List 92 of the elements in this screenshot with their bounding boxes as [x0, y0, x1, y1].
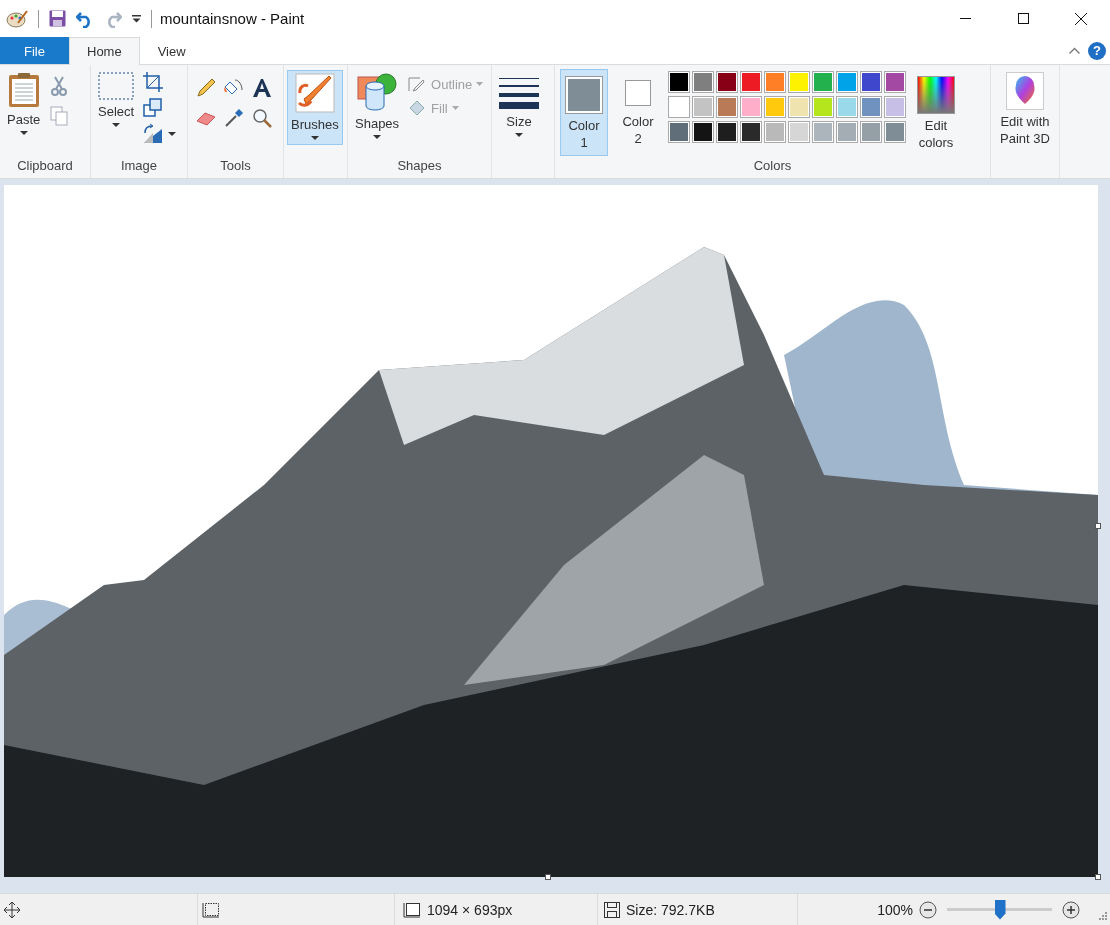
palette-swatch[interactable] [692, 96, 714, 118]
brushes-button[interactable]: Brushes [287, 70, 343, 145]
palette-swatch[interactable] [884, 96, 906, 118]
group-label: Shapes [396, 158, 443, 175]
group-label: Image [119, 158, 159, 175]
selection-size-icon [202, 901, 220, 918]
palette-swatch[interactable] [884, 121, 906, 143]
resize-handle[interactable] [1095, 874, 1101, 880]
caret-icon [19, 131, 28, 135]
palette-swatch[interactable] [788, 96, 810, 118]
paint-drop-icon [1006, 72, 1044, 110]
palette-swatch[interactable] [764, 121, 786, 143]
rotate-icon[interactable] [142, 123, 165, 145]
palette-swatch[interactable] [836, 71, 858, 93]
group-label: Clipboard [16, 158, 74, 175]
file-menu-tab[interactable]: File [0, 37, 69, 64]
color-picker-icon[interactable] [223, 107, 245, 129]
palette-swatch[interactable] [836, 121, 858, 143]
caret-icon [112, 123, 121, 127]
palette-swatch[interactable] [668, 96, 690, 118]
line-size-icon [499, 76, 539, 110]
caret-icon [451, 106, 459, 110]
zoom-level: 100% [877, 901, 913, 918]
caret-icon [476, 82, 484, 86]
palette-swatch[interactable] [812, 71, 834, 93]
save-icon[interactable] [49, 10, 66, 27]
resize-handle[interactable] [1095, 523, 1101, 529]
palette-swatch[interactable] [692, 121, 714, 143]
ribbon-tab[interactable]: Home [69, 37, 140, 65]
move-cursor-icon [4, 901, 20, 918]
customize-dropdown-icon[interactable] [132, 14, 141, 23]
maximize-icon [1017, 13, 1029, 24]
pencil-icon[interactable] [195, 77, 217, 99]
palette-swatch[interactable] [788, 121, 810, 143]
color-spectrum-icon [917, 76, 955, 114]
select-button[interactable]: Select [94, 69, 139, 143]
save-icon [604, 901, 620, 918]
group-label: Tools [219, 158, 252, 175]
caret-icon [373, 135, 382, 139]
palette-swatch[interactable] [668, 71, 690, 93]
zoom-in-icon[interactable] [1062, 900, 1080, 919]
image-dimensions: 1094 × 693px [427, 901, 513, 918]
crop-icon[interactable] [142, 71, 165, 93]
palette-swatch[interactable] [884, 71, 906, 93]
caret-icon [515, 133, 523, 137]
palette-swatch[interactable] [836, 96, 858, 118]
magnifier-icon[interactable] [251, 107, 273, 129]
palette-swatch[interactable] [692, 71, 714, 93]
shapes-icon [356, 72, 399, 112]
file-size: Size: 792.7KB [626, 901, 715, 918]
zoom-out-icon[interactable] [919, 900, 937, 919]
palette-swatch[interactable] [716, 71, 738, 93]
palette-swatch[interactable] [788, 71, 810, 93]
shapes-button[interactable]: Shapes [351, 69, 404, 144]
size-button[interactable]: Size [495, 73, 543, 147]
resize-icon[interactable] [142, 97, 165, 119]
paint-3d-button[interactable]: Edit with Paint 3D [994, 69, 1056, 152]
palette-swatch[interactable] [716, 96, 738, 118]
caret-icon [168, 132, 177, 136]
close-icon [1075, 12, 1087, 25]
canvas-size-icon [403, 901, 421, 918]
clipboard-icon [7, 72, 40, 108]
ribbon-tab[interactable]: View [139, 37, 204, 64]
paste-button[interactable]: Paste [3, 69, 45, 143]
slider-thumb[interactable] [994, 899, 1006, 920]
group-label: Colors [752, 158, 793, 175]
palette-swatch[interactable] [764, 71, 786, 93]
palette-swatch[interactable] [740, 96, 762, 118]
text-tool-icon[interactable] [251, 77, 273, 99]
brush-icon [294, 73, 335, 113]
palette-swatch[interactable] [860, 71, 882, 93]
palette-swatch[interactable] [812, 96, 834, 118]
palette-swatch[interactable] [668, 121, 690, 143]
window-title: mountainsnow - Paint [160, 10, 305, 27]
minimize-icon [959, 18, 971, 19]
palette-swatch[interactable] [764, 96, 786, 118]
palette-swatch[interactable] [740, 121, 762, 143]
palette-swatch[interactable] [716, 121, 738, 143]
color-one-button[interactable]: Color 1 [560, 69, 608, 156]
palette-swatch[interactable] [860, 96, 882, 118]
resize-handle[interactable] [545, 874, 551, 880]
edit-colors-button[interactable]: Edit colors [912, 69, 960, 156]
caret-icon [310, 136, 319, 140]
resize-grip-icon[interactable] [1098, 910, 1108, 921]
collapse-ribbon-icon[interactable] [1069, 47, 1080, 54]
palette-swatch[interactable] [812, 121, 834, 143]
palette-swatch[interactable] [860, 121, 882, 143]
paint-palette-icon[interactable] [6, 8, 28, 29]
help-button[interactable]: ? [1088, 41, 1106, 60]
palette-swatch[interactable] [740, 71, 762, 93]
color-two-button[interactable]: Color 2 [614, 69, 662, 152]
selection-rectangle-icon [98, 72, 135, 100]
